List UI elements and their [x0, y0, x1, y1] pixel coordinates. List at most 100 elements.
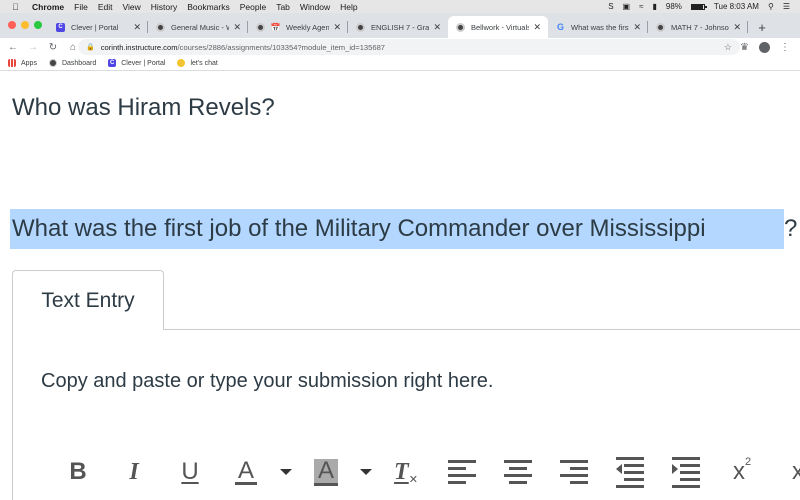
- toolbar-right: ♛ ⋮: [740, 38, 790, 56]
- window-maximize-button[interactable]: [34, 21, 42, 29]
- window-close-button[interactable]: [8, 21, 16, 29]
- caret-down-icon: [360, 469, 372, 475]
- clever-icon: C: [108, 59, 117, 67]
- tab-general-music[interactable]: General Music - Woo ✕: [148, 16, 248, 38]
- clock[interactable]: Tue 8:03 AM: [714, 2, 759, 11]
- font-color-dropdown[interactable]: [274, 456, 298, 488]
- tab-close-icon[interactable]: ✕: [333, 22, 341, 33]
- tab-close-icon[interactable]: ✕: [233, 22, 241, 33]
- canvas-icon: [656, 22, 665, 32]
- forward-arrow-icon[interactable]: →: [26, 42, 40, 53]
- indent-button[interactable]: [658, 456, 714, 488]
- menu-edit[interactable]: Edit: [98, 2, 113, 12]
- battery-percent: 98%: [665, 2, 682, 11]
- canvas-icon: [456, 22, 465, 32]
- bookmark-label: Dashboard: [61, 59, 97, 67]
- outdent-button[interactable]: [602, 456, 658, 488]
- tab-list: C Clever | Portal ✕ General Music - Woo …: [48, 16, 772, 38]
- browser-tabstrip: C Clever | Portal ✕ General Music - Woo …: [0, 13, 800, 38]
- superscript-mark: 2: [744, 456, 752, 468]
- menu-history[interactable]: History: [151, 2, 177, 12]
- menu-window[interactable]: Window: [300, 2, 330, 12]
- bookmark-label: let's chat: [190, 59, 218, 67]
- underline-icon: U: [181, 458, 199, 485]
- extensions-puzzle-icon[interactable]: ♛: [740, 42, 749, 53]
- tab-english-7[interactable]: ENGLISH 7 - Graham ✕: [348, 16, 448, 38]
- tab-math-7[interactable]: MATH 7 - Johnson - ✕: [648, 16, 748, 38]
- address-bar[interactable]: 🔒 corinth.instructure.com /courses/2886/…: [78, 39, 740, 55]
- smiley-icon: [177, 59, 186, 67]
- lock-icon[interactable]: 🔒: [86, 43, 95, 51]
- menu-people[interactable]: People: [240, 2, 266, 12]
- indent-icon: [672, 456, 700, 488]
- font-color-button[interactable]: A: [218, 456, 274, 488]
- align-left-button[interactable]: [434, 456, 490, 488]
- url-path: /courses/2886/assignments/103354?module_…: [177, 42, 386, 52]
- tab-title: Clever | Portal: [71, 22, 119, 32]
- tab-bellwork-active[interactable]: Bellwork - Virtuals: A ✕: [448, 16, 548, 38]
- tab-text-entry[interactable]: Text Entry: [12, 270, 164, 330]
- tab-title: What was the first jo: [571, 22, 630, 32]
- tab-close-icon[interactable]: ✕: [433, 22, 441, 33]
- apple-icon[interactable]: : [12, 2, 24, 12]
- volume-icon[interactable]: ▮: [652, 2, 656, 11]
- menu-tab[interactable]: Tab: [276, 2, 290, 12]
- menu-help[interactable]: Help: [340, 2, 357, 12]
- battery-icon[interactable]: [690, 3, 707, 10]
- more-menu-icon[interactable]: ⋮: [780, 42, 790, 53]
- clear-x-mark: ✕: [408, 473, 418, 486]
- tab-close-icon[interactable]: ✕: [533, 22, 541, 33]
- bookmark-star-icon[interactable]: ☆: [724, 42, 732, 53]
- skype-icon[interactable]: S: [608, 2, 613, 11]
- subscript-button[interactable]: x: [770, 456, 800, 488]
- window-controls: [8, 21, 42, 29]
- align-center-button[interactable]: [490, 456, 546, 488]
- menu-app-chrome[interactable]: Chrome: [32, 2, 64, 12]
- tab-close-icon[interactable]: ✕: [733, 22, 741, 33]
- menu-file[interactable]: File: [74, 2, 88, 12]
- bookmark-dashboard[interactable]: Dashboard: [48, 59, 97, 67]
- bookmark-label: Clever | Portal: [121, 59, 166, 67]
- bookmark-clever-portal[interactable]: C Clever | Portal: [108, 59, 165, 67]
- bold-button[interactable]: B: [50, 456, 106, 488]
- new-tab-button[interactable]: +: [752, 16, 772, 38]
- tab-google-search[interactable]: G What was the first jo ✕: [548, 16, 648, 38]
- superscript-button[interactable]: x2: [714, 456, 770, 488]
- subscript-icon: x: [792, 458, 800, 485]
- caret-down-icon: [280, 469, 292, 475]
- question-2-tail: ?: [784, 209, 800, 249]
- tab-separator: [747, 21, 748, 33]
- align-right-button[interactable]: [546, 456, 602, 488]
- menu-view[interactable]: View: [122, 2, 140, 12]
- profile-avatar-icon[interactable]: [759, 41, 770, 53]
- airplay-icon[interactable]: ▣: [623, 2, 631, 11]
- clear-formatting-button[interactable]: T ✕: [378, 456, 434, 488]
- wifi-icon[interactable]: ≈: [639, 2, 643, 11]
- spotlight-search-icon[interactable]: ⚲: [768, 2, 774, 11]
- selected-text: What was the first job of the Military C…: [12, 215, 706, 242]
- tab-clever-portal[interactable]: C Clever | Portal ✕: [48, 16, 148, 38]
- canvas-icon: [256, 22, 265, 32]
- clever-icon: C: [56, 22, 65, 32]
- back-arrow-icon[interactable]: ←: [6, 42, 20, 53]
- italic-button[interactable]: I: [106, 456, 162, 488]
- menu-bookmarks[interactable]: Bookmarks: [187, 2, 230, 12]
- bookmark-label: Apps: [21, 59, 37, 67]
- underline-button[interactable]: U: [162, 456, 218, 488]
- tab-title: ENGLISH 7 - Graham: [371, 22, 430, 32]
- bookmark-lets-chat[interactable]: let's chat: [177, 59, 218, 67]
- reload-icon[interactable]: ↻: [46, 42, 60, 53]
- calendar-icon: 📅: [270, 22, 281, 32]
- window-minimize-button[interactable]: [21, 21, 29, 29]
- panel-left-border: [12, 329, 13, 500]
- background-color-icon: A: [313, 458, 338, 486]
- bookmark-apps[interactable]: Apps: [8, 59, 37, 67]
- apps-grid-icon: [8, 59, 16, 67]
- tab-close-icon[interactable]: ✕: [133, 22, 141, 33]
- notification-center-icon[interactable]: ☰: [783, 2, 790, 11]
- submission-placeholder: Copy and paste or type your submission r…: [41, 370, 494, 392]
- tab-weekly-agenda[interactable]: 📅 Weekly Agenda ✕: [248, 16, 348, 38]
- background-color-dropdown[interactable]: [354, 456, 378, 488]
- background-color-button[interactable]: A: [298, 456, 354, 488]
- tab-close-icon[interactable]: ✕: [633, 22, 641, 33]
